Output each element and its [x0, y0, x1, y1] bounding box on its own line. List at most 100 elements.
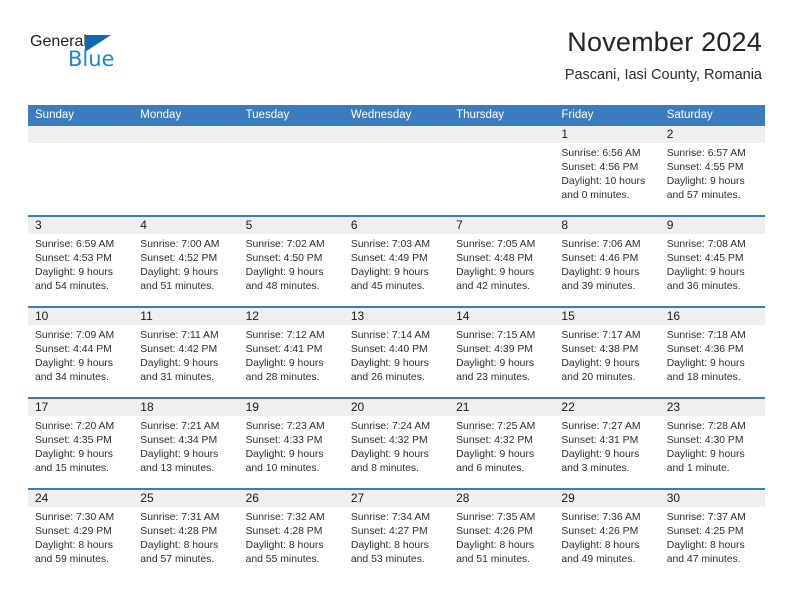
day-number[interactable]: 6 — [344, 217, 449, 234]
day-number[interactable]: 13 — [344, 308, 449, 325]
day-cell[interactable]: Sunrise: 7:12 AM Sunset: 4:41 PM Daylight:… — [239, 325, 344, 397]
day-cell[interactable]: Sunrise: 7:08 AM Sunset: 4:45 PM Daylight:… — [660, 234, 765, 306]
day-cell[interactable]: Sunrise: 7:36 AM Sunset: 4:26 PM Daylight:… — [554, 507, 659, 579]
day-daylight-line2-text: and 47 minutes. — [666, 554, 741, 566]
day-number[interactable]: 9 — [660, 217, 765, 234]
day-sunrise-text: Sunrise: 7:27 AM — [561, 421, 641, 432]
day-sunset-text: Sunset: 4:35 PM — [35, 435, 112, 447]
day-sunset-text: Sunset: 4:38 PM — [561, 344, 639, 356]
weekday-header-saturday: Saturday — [666, 109, 713, 121]
day-sunrise-text: Sunrise: 7:17 AM — [561, 330, 641, 341]
day-cell[interactable]: Sunrise: 7:00 AM Sunset: 4:52 PM Daylight:… — [133, 234, 238, 306]
day-cell[interactable]: Sunrise: 7:23 AM Sunset: 4:33 PM Daylight:… — [239, 416, 344, 488]
day-number[interactable]: 4 — [133, 217, 238, 234]
day-number[interactable]: 20 — [344, 399, 449, 416]
day-cell[interactable]: Sunrise: 7:21 AM Sunset: 4:34 PM Daylight:… — [133, 416, 238, 488]
day-daylight-line1-text: Daylight: 9 hours — [35, 449, 113, 461]
day-number[interactable]: 10 — [28, 308, 133, 325]
day-cell[interactable]: Sunrise: 7:32 AM Sunset: 4:28 PM Daylight:… — [239, 507, 344, 579]
day-cell[interactable]: Sunrise: 7:35 AM Sunset: 4:26 PM Daylight:… — [449, 507, 554, 579]
day-daylight-line1-text: Daylight: 9 hours — [666, 176, 745, 188]
day-cell[interactable]: Sunrise: 7:37 AM Sunset: 4:25 PM Daylight:… — [660, 507, 765, 579]
day-sunset-text: Sunset: 4:31 PM — [561, 435, 639, 447]
day-number[interactable]: 16 — [660, 308, 765, 325]
day-number[interactable]: 8 — [554, 217, 659, 234]
calendar-table: Sunday Monday Tuesday Wednesday Thursday Frid… — [28, 105, 765, 579]
day-number[interactable]: 3 — [28, 217, 133, 234]
day-sunset-text: Sunset: 4:55 PM — [666, 162, 744, 174]
day-cell[interactable]: Sunrise: 7:34 AM Sunset: 4:27 PM Daylight:… — [344, 507, 449, 579]
day-number[interactable]: 26 — [239, 490, 344, 507]
calendar-weeks: 1 2 Sunrise: 6:56 AM Sunset: 4:56 PM Dayligh… — [28, 126, 765, 579]
day-cell[interactable]: Sunrise: 7:31 AM Sunset: 4:28 PM Daylight:… — [133, 507, 238, 579]
day-sunset-text: Sunset: 4:33 PM — [245, 435, 323, 447]
day-sunset-text: Sunset: 4:32 PM — [456, 435, 533, 447]
week-detail-row: Sunrise: 7:09 AM Sunset: 4:44 PM Daylight:… — [28, 325, 765, 397]
day-number[interactable]: 7 — [449, 217, 554, 234]
day-number[interactable]: 17 — [28, 399, 133, 416]
page-header: General Blue November 2024 Pascani, Iasi… — [0, 28, 792, 100]
day-number[interactable]: 15 — [554, 308, 659, 325]
day-sunset-text: Sunset: 4:28 PM — [245, 526, 323, 538]
day-daylight-line2-text: and 28 minutes. — [245, 372, 320, 384]
day-daylight-line1-text: Daylight: 9 hours — [140, 358, 219, 370]
day-sunset-text: Sunset: 4:42 PM — [140, 344, 218, 356]
day-number[interactable]: 5 — [239, 217, 344, 234]
day-number[interactable]: 29 — [554, 490, 659, 507]
day-number[interactable]: 22 — [554, 399, 659, 416]
day-cell[interactable]: Sunrise: 7:28 AM Sunset: 4:30 PM Daylight:… — [660, 416, 765, 488]
day-cell[interactable]: Sunrise: 7:15 AM Sunset: 4:39 PM Daylight:… — [449, 325, 554, 397]
week-detail-row: Sunrise: 6:59 AM Sunset: 4:53 PM Daylight:… — [28, 234, 765, 306]
week-daynumber-band: 12 — [28, 126, 765, 143]
day-cell[interactable]: Sunrise: 7:09 AM Sunset: 4:44 PM Daylight:… — [28, 325, 133, 397]
day-number[interactable]: 25 — [133, 490, 238, 507]
day-daylight-line1-text: Daylight: 9 hours — [245, 358, 324, 370]
day-number[interactable]: 2 — [660, 126, 765, 143]
day-cell[interactable]: Sunrise: 7:27 AM Sunset: 4:31 PM Daylight:… — [554, 416, 659, 488]
day-sunset-text: Sunset: 4:53 PM — [35, 253, 112, 265]
day-daylight-line2-text: and 57 minutes. — [140, 554, 215, 566]
weekday-header-thursday: Thursday — [456, 109, 505, 121]
day-daylight-line2-text: and 15 minutes. — [35, 463, 109, 475]
day-cell[interactable]: Sunrise: 7:02 AM Sunset: 4:50 PM Daylight:… — [239, 234, 344, 306]
day-cell[interactable]: Sunrise: 6:56 AM Sunset: 4:56 PM Daylight:… — [554, 143, 659, 215]
day-number[interactable]: 1 — [554, 126, 659, 143]
day-daylight-line1-text: Daylight: 9 hours — [666, 358, 745, 370]
day-number[interactable]: 18 — [133, 399, 238, 416]
day-sunset-text: Sunset: 4:29 PM — [35, 526, 112, 538]
day-cell[interactable]: Sunrise: 7:20 AM Sunset: 4:35 PM Daylight:… — [28, 416, 133, 488]
day-daylight-line2-text: and 51 minutes. — [456, 554, 531, 566]
day-daylight-line1-text: Daylight: 10 hours — [561, 176, 646, 188]
day-cell[interactable]: Sunrise: 7:06 AM Sunset: 4:46 PM Daylight:… — [554, 234, 659, 306]
general-blue-logo[interactable]: General Blue — [30, 28, 190, 70]
day-number[interactable]: 30 — [660, 490, 765, 507]
day-cell[interactable]: Sunrise: 7:25 AM Sunset: 4:32 PM Daylight:… — [449, 416, 554, 488]
day-cell[interactable]: Sunrise: 7:30 AM Sunset: 4:29 PM Daylight:… — [28, 507, 133, 579]
day-number[interactable]: 12 — [239, 308, 344, 325]
day-sunset-text: Sunset: 4:41 PM — [245, 344, 323, 356]
day-cell[interactable]: Sunrise: 6:59 AM Sunset: 4:53 PM Daylight:… — [28, 234, 133, 306]
day-daylight-line1-text: Daylight: 8 hours — [456, 540, 535, 552]
day-daylight-line2-text: and 57 minutes. — [666, 190, 741, 202]
day-cell[interactable]: Sunrise: 7:03 AM Sunset: 4:49 PM Daylight:… — [344, 234, 449, 306]
day-cell[interactable]: Sunrise: 6:57 AM Sunset: 4:55 PM Daylight:… — [660, 143, 765, 215]
day-sunrise-text: Sunrise: 7:20 AM — [35, 421, 115, 432]
day-cell[interactable]: Sunrise: 7:18 AM Sunset: 4:36 PM Daylight:… — [660, 325, 765, 397]
day-daylight-line1-text: Daylight: 9 hours — [350, 267, 429, 279]
day-daylight-line2-text: and 51 minutes. — [140, 281, 215, 293]
day-number[interactable]: 14 — [449, 308, 554, 325]
day-number[interactable]: 28 — [449, 490, 554, 507]
day-number[interactable]: 11 — [133, 308, 238, 325]
day-cell[interactable]: Sunrise: 7:05 AM Sunset: 4:48 PM Daylight:… — [449, 234, 554, 306]
day-cell[interactable]: Sunrise: 7:17 AM Sunset: 4:38 PM Daylight:… — [554, 325, 659, 397]
day-number[interactable]: 27 — [344, 490, 449, 507]
day-number[interactable]: 23 — [660, 399, 765, 416]
day-cell[interactable]: Sunrise: 7:11 AM Sunset: 4:42 PM Daylight:… — [133, 325, 238, 397]
day-cell[interactable]: Sunrise: 7:14 AM Sunset: 4:40 PM Daylight:… — [344, 325, 449, 397]
day-cell[interactable]: Sunrise: 7:24 AM Sunset: 4:32 PM Daylight:… — [344, 416, 449, 488]
day-number[interactable]: 21 — [449, 399, 554, 416]
day-number[interactable]: 24 — [28, 490, 133, 507]
day-number[interactable]: 19 — [239, 399, 344, 416]
day-sunrise-text: Sunrise: 7:05 AM — [456, 239, 536, 250]
day-sunrise-text: Sunrise: 7:03 AM — [350, 239, 430, 250]
